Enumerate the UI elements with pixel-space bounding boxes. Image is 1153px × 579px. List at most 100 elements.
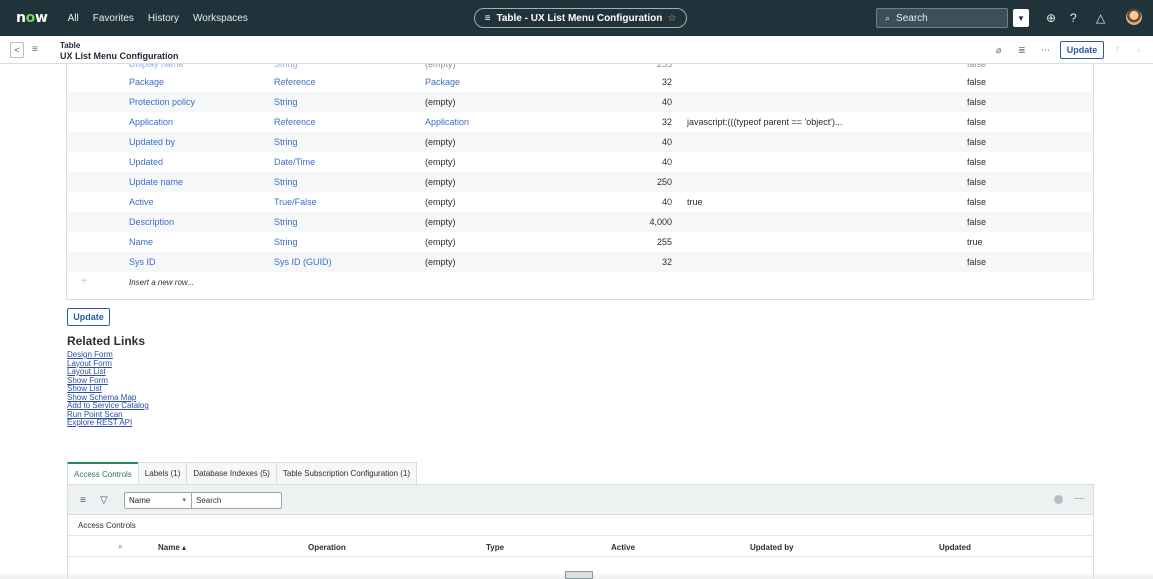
settings-sliders-icon[interactable]: ≣ bbox=[1018, 45, 1026, 56]
filter-icon[interactable]: ▽ bbox=[100, 495, 108, 506]
form-header: < ≡ Table UX List Menu Configuration ⌀ ≣… bbox=[0, 36, 1153, 64]
clipped-reference-text: (empty) bbox=[425, 64, 456, 69]
column-header-type[interactable]: Type bbox=[486, 543, 504, 552]
search-icon: ⌕ bbox=[885, 12, 891, 23]
update-button[interactable]: Update bbox=[67, 308, 110, 326]
chevron-down-icon: ▾ bbox=[182, 497, 186, 504]
column-name-link[interactable]: Updated by bbox=[129, 137, 175, 147]
link-explore-rest-api[interactable]: Explore REST API bbox=[67, 418, 149, 428]
context-title: Table - UX List Menu Configuration bbox=[496, 12, 663, 24]
column-type-link[interactable]: String bbox=[274, 177, 298, 187]
bell-icon[interactable]: △ bbox=[1096, 11, 1105, 25]
column-type-link[interactable]: String bbox=[274, 97, 298, 107]
table-row[interactable]: Name String (empty) 255 true bbox=[67, 232, 1093, 252]
search-scope-dropdown[interactable]: ▼ bbox=[1013, 9, 1029, 27]
more-options-icon[interactable]: ⋯ bbox=[1041, 45, 1050, 56]
menu-history[interactable]: History bbox=[148, 13, 179, 24]
column-type-link[interactable]: String bbox=[274, 217, 298, 227]
related-list-header-row: ⌕ Name ▴ Operation Type Active Updated b… bbox=[68, 535, 1093, 557]
main-menu: All Favorites History Workspaces bbox=[68, 13, 262, 24]
related-list-toolbar: ≡ ▽ Name ▾ Search — bbox=[68, 485, 1093, 515]
table-row[interactable]: Description String (empty) 4,000 false bbox=[67, 212, 1093, 232]
menu-workspaces[interactable]: Workspaces bbox=[193, 13, 248, 24]
globe-icon[interactable]: ⊕ bbox=[1046, 11, 1056, 25]
related-list-search-placeholder: Search bbox=[196, 496, 222, 505]
table-row[interactable]: Update name String (empty) 250 false bbox=[67, 172, 1093, 192]
paperclip-icon[interactable]: ⌀ bbox=[996, 45, 1001, 56]
arrow-up-icon[interactable]: ↑ bbox=[1115, 44, 1120, 55]
column-header-name[interactable]: Name ▴ bbox=[158, 543, 186, 552]
menu-all[interactable]: All bbox=[68, 13, 79, 24]
update-button-header[interactable]: Update bbox=[1060, 41, 1104, 59]
table-row[interactable]: Application Reference Application 32 javascr… bbox=[67, 112, 1093, 132]
record-type-label: Table bbox=[60, 41, 81, 50]
column-name-link[interactable]: Active bbox=[129, 197, 154, 207]
column-type-link[interactable]: String bbox=[274, 237, 298, 247]
max-length-value: 40 bbox=[661, 137, 672, 147]
column-header-active[interactable]: Active bbox=[611, 543, 635, 552]
column-name-link[interactable]: Application bbox=[129, 117, 173, 127]
column-type-link[interactable]: Date/Time bbox=[274, 157, 315, 167]
related-links-heading: Related Links bbox=[67, 334, 146, 348]
table-row[interactable]: Updated by String (empty) 40 false bbox=[67, 132, 1093, 152]
table-row[interactable]: Updated Date/Time (empty) 40 false bbox=[67, 152, 1093, 172]
table-row[interactable]: Protection policy String (empty) 40 false bbox=[67, 92, 1093, 112]
arrow-down-icon[interactable]: ↓ bbox=[1136, 44, 1141, 55]
display-value: false bbox=[967, 217, 987, 227]
reference-value[interactable]: Application bbox=[425, 117, 469, 127]
global-search-input[interactable]: ⌕ Search bbox=[876, 8, 1008, 28]
table-row[interactable]: Package Reference Package 32 false bbox=[67, 72, 1093, 92]
max-length-value: 32 bbox=[661, 117, 672, 127]
tab-table-subscription-configuration[interactable]: Table Subscription Configuration (1) bbox=[275, 462, 418, 484]
display-value: false bbox=[967, 77, 987, 87]
column-name-link[interactable]: Package bbox=[129, 77, 164, 87]
display-value: false bbox=[967, 257, 987, 267]
related-list-search-input[interactable]: Search bbox=[191, 492, 282, 509]
column-name-link[interactable]: Name bbox=[129, 237, 153, 247]
search-field-value: Name bbox=[129, 496, 151, 505]
column-type-link[interactable]: Reference bbox=[274, 77, 316, 87]
context-title-pill[interactable]: ≡ Table - UX List Menu Configuration ☆ bbox=[474, 8, 687, 28]
max-length-value: 32 bbox=[661, 257, 672, 267]
related-list-caption: Access Controls bbox=[78, 521, 136, 530]
collapse-icon[interactable]: — bbox=[1074, 493, 1084, 504]
search-columns-icon[interactable]: ⌕ bbox=[118, 541, 123, 552]
column-name-link[interactable]: Protection policy bbox=[129, 97, 195, 107]
table-row[interactable]: Sys ID Sys ID (GUID) (empty) 32 false bbox=[67, 252, 1093, 272]
column-header-updated[interactable]: Updated bbox=[939, 543, 971, 552]
scroll-handle[interactable] bbox=[565, 571, 593, 579]
reference-value[interactable]: Package bbox=[425, 77, 460, 87]
insert-row[interactable]: + Insert a new row... bbox=[67, 272, 1093, 294]
column-type-link[interactable]: True/False bbox=[274, 197, 317, 207]
back-button[interactable]: < bbox=[10, 42, 24, 58]
clipped-length-text: 255 bbox=[656, 64, 672, 69]
user-avatar[interactable] bbox=[1126, 9, 1142, 25]
max-length-value: 40 bbox=[661, 157, 672, 167]
display-value: false bbox=[967, 137, 987, 147]
form-menu-icon[interactable]: ≡ bbox=[32, 44, 38, 55]
now-logo[interactable]: now bbox=[16, 10, 48, 26]
column-name-link[interactable]: Updated bbox=[129, 157, 163, 167]
list-menu-icon[interactable]: ≡ bbox=[80, 495, 86, 506]
chevron-left-icon: < bbox=[14, 45, 20, 55]
table-row[interactable]: Active True/False (empty) 40 true false bbox=[67, 192, 1093, 212]
menu-favorites[interactable]: Favorites bbox=[93, 13, 134, 24]
column-type-link[interactable]: Sys ID (GUID) bbox=[274, 257, 332, 267]
help-icon[interactable]: ? bbox=[1070, 11, 1077, 25]
column-name-link[interactable]: Description bbox=[129, 217, 174, 227]
tab-labels[interactable]: Labels (1) bbox=[137, 462, 188, 484]
column-type-link[interactable]: Reference bbox=[274, 117, 316, 127]
tab-database-indexes[interactable]: Database Indexes (5) bbox=[186, 462, 277, 484]
reference-value: (empty) bbox=[425, 177, 456, 187]
clipped-column-text: Display name bbox=[129, 64, 184, 69]
column-type-link[interactable]: String bbox=[274, 137, 298, 147]
column-header-operation[interactable]: Operation bbox=[308, 543, 346, 552]
column-name-link[interactable]: Sys ID bbox=[129, 257, 156, 267]
settings-gear-icon[interactable] bbox=[1054, 495, 1063, 504]
star-favorite-icon[interactable]: ☆ bbox=[667, 13, 676, 24]
reference-value: (empty) bbox=[425, 137, 456, 147]
column-header-updated-by[interactable]: Updated by bbox=[750, 543, 794, 552]
search-field-select[interactable]: Name ▾ bbox=[124, 492, 192, 509]
tab-access-controls[interactable]: Access Controls bbox=[67, 462, 139, 484]
column-name-link[interactable]: Update name bbox=[129, 177, 183, 187]
